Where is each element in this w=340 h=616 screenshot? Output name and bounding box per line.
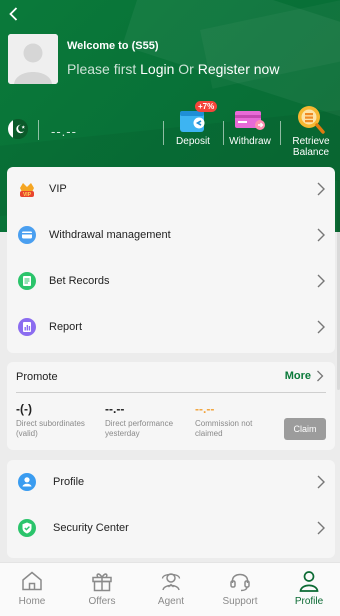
menu-item-withdrawal-management[interactable]: Withdrawal management xyxy=(7,213,335,259)
tab-label: Home xyxy=(18,596,46,607)
divider xyxy=(163,121,164,145)
stat-label-line: Commission not xyxy=(195,419,253,428)
menu-item-bet-records[interactable]: Bet Records xyxy=(7,259,335,305)
chevron-left-icon xyxy=(9,7,18,21)
menu-item-label: Report xyxy=(49,321,83,333)
divider xyxy=(38,120,39,140)
claim-button[interactable]: Claim xyxy=(284,418,326,440)
shield-check-icon xyxy=(18,519,36,537)
tab-home[interactable]: Home xyxy=(4,569,60,607)
promote-card: Promote More -(-) Direct subordinates (v… xyxy=(7,362,335,450)
currency-flag-icon xyxy=(8,119,28,139)
retrieve-balance-button[interactable]: Retrieve Balance xyxy=(283,104,339,158)
menu-item-label: Withdrawal management xyxy=(49,229,171,241)
login-prompt-prefix: Please first xyxy=(67,61,137,77)
stat-label: Commission not claimed xyxy=(195,419,287,439)
stat-label-line: claimed xyxy=(195,429,223,438)
menu-item-vip[interactable]: VIP VIP xyxy=(7,167,335,213)
withdraw-button[interactable]: Withdraw xyxy=(222,104,278,147)
chevron-right-icon xyxy=(315,227,327,243)
stat-label-line: Direct performance xyxy=(105,419,174,428)
login-link[interactable]: Login xyxy=(140,61,174,77)
stat-value: --.-- xyxy=(195,402,215,416)
stat-label-line: (valid) xyxy=(16,429,38,438)
agent-icon xyxy=(161,573,181,591)
balance-value: --.-- xyxy=(51,124,77,139)
retrieve-label-line2: Balance xyxy=(292,147,330,158)
deposit-label: Deposit xyxy=(176,136,210,147)
stat-label-line: yesterday xyxy=(105,429,140,438)
menu-item-label: VIP xyxy=(49,183,67,195)
deposit-button[interactable]: +7% Deposit xyxy=(165,101,221,147)
divider xyxy=(280,121,281,145)
more-label: More xyxy=(284,370,311,382)
stat-value: -(-) xyxy=(16,402,32,416)
stat-label-line: Direct subordinates xyxy=(16,419,85,428)
chevron-right-icon xyxy=(315,319,327,335)
stat-label: Direct performance yesterday xyxy=(105,419,197,439)
tab-label: Offers xyxy=(88,596,116,607)
chevron-right-icon xyxy=(315,474,327,490)
stat-commission: --.-- Commission not claimed xyxy=(195,402,287,439)
home-icon xyxy=(22,571,42,591)
promote-divider xyxy=(16,392,326,393)
tab-label: Profile xyxy=(294,596,324,607)
document-icon xyxy=(18,272,36,290)
tab-label: Support xyxy=(222,596,258,607)
wallet-icon xyxy=(18,226,36,244)
gift-icon xyxy=(92,573,112,592)
tab-profile[interactable]: Profile xyxy=(281,569,337,607)
menu-item-label: Profile xyxy=(53,476,85,488)
coin-search-icon xyxy=(298,106,325,134)
promote-more-link[interactable]: More xyxy=(285,369,325,383)
withdraw-card-icon xyxy=(235,111,265,130)
settings-menu-card: Profile Security Center xyxy=(7,460,335,558)
or-text: Or xyxy=(178,61,194,77)
menu-item-security-center[interactable]: Security Center xyxy=(7,506,335,552)
user-icon xyxy=(18,473,36,491)
promote-title: Promote xyxy=(16,371,58,383)
report-chart-icon xyxy=(18,318,36,336)
back-button[interactable] xyxy=(4,4,24,24)
vip-crown-icon: VIP xyxy=(20,183,34,198)
stat-label: Direct subordinates (valid) xyxy=(16,419,108,439)
chevron-right-icon xyxy=(315,520,327,536)
avatar[interactable] xyxy=(8,34,58,84)
account-menu-card: VIP VIP Withdrawal management Bet Record… xyxy=(7,167,335,353)
tab-label: Agent xyxy=(157,596,185,607)
tab-agent[interactable]: Agent xyxy=(143,569,199,607)
withdraw-label: Withdraw xyxy=(229,136,271,147)
menu-item-label: Security Center xyxy=(53,522,129,534)
bottom-tab-bar: Home Offers Agent Support Profile xyxy=(0,562,340,616)
deposit-bonus-badge: +7% xyxy=(195,101,218,112)
headset-icon xyxy=(230,573,250,592)
svg-text:VIP: VIP xyxy=(23,192,32,198)
tab-offers[interactable]: Offers xyxy=(74,569,130,607)
chevron-right-icon xyxy=(317,370,324,382)
register-link[interactable]: Register now xyxy=(198,61,280,77)
default-avatar-icon xyxy=(8,34,58,84)
chevron-right-icon xyxy=(315,181,327,197)
tab-support[interactable]: Support xyxy=(212,569,268,607)
stat-value: --.-- xyxy=(105,402,125,416)
welcome-text: Welcome to (S55) xyxy=(67,40,159,52)
login-prompt: Please first Login Or Register now xyxy=(67,61,279,77)
stat-direct-subordinates: -(-) Direct subordinates (valid) xyxy=(16,402,108,439)
person-icon xyxy=(299,571,319,592)
retrieve-label-line1: Retrieve xyxy=(292,136,330,147)
chevron-right-icon xyxy=(315,273,327,289)
menu-item-profile[interactable]: Profile xyxy=(7,460,335,506)
menu-item-report[interactable]: Report xyxy=(7,305,335,351)
stat-direct-performance: --.-- Direct performance yesterday xyxy=(105,402,197,439)
menu-item-label: Bet Records xyxy=(49,275,110,287)
